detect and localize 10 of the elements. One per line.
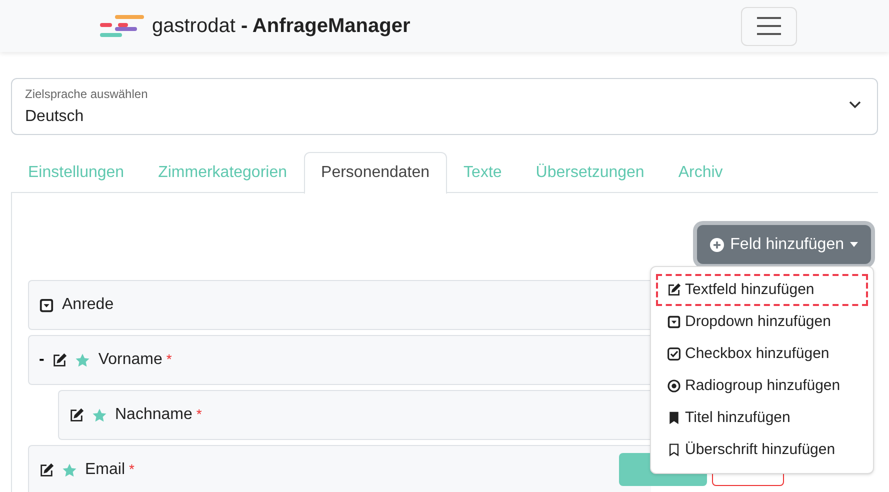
required-asterisk: * — [129, 460, 134, 479]
field-label: Nachname — [115, 405, 192, 425]
field-label: Anrede — [62, 295, 114, 315]
app-title: gastrodat - AnfrageManager — [152, 14, 410, 39]
select-label: Zielsprache auswählen — [25, 88, 149, 100]
field-label: Vorname — [98, 350, 162, 370]
field-label: Email — [85, 460, 126, 480]
select-value: Deutsch — [25, 107, 85, 127]
required-asterisk: * — [166, 350, 172, 369]
required-asterisk: * — [196, 405, 202, 424]
